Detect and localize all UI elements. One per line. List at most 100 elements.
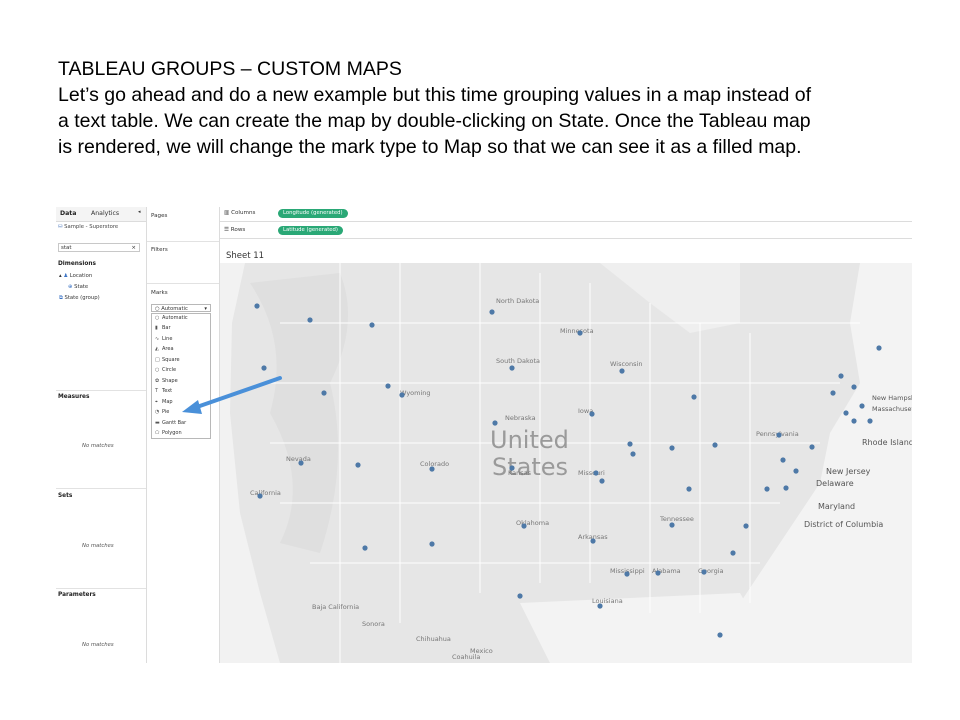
pie-icon: ◔ (155, 409, 160, 415)
map-point (627, 441, 633, 447)
map-point (712, 442, 718, 448)
map-point (593, 470, 599, 476)
search-input[interactable]: stat × (58, 243, 140, 252)
square-icon: □ (155, 356, 160, 363)
dimensions-heading: Dimensions (58, 261, 96, 267)
map-point (509, 465, 515, 471)
clear-search-icon[interactable]: × (131, 244, 136, 253)
region-label: Rhode Island (862, 438, 912, 447)
collapse-icon[interactable]: ◂ (138, 209, 141, 215)
sets-heading: Sets (58, 493, 73, 499)
rows-icon: ☰ (224, 227, 231, 233)
map-view[interactable]: United States North Dakota South Dakota … (220, 263, 912, 663)
map-point (492, 420, 498, 426)
region-label: Chihuahua (416, 635, 451, 643)
map-point (691, 394, 697, 400)
divider (56, 390, 146, 391)
map-point (780, 457, 786, 463)
map-point (851, 418, 857, 424)
parameters-no-matches: No matches (82, 642, 114, 648)
menu-item-map[interactable]: ⌖ Map (155, 399, 173, 405)
columns-shelf[interactable]: ▥ Columns Longitude (generated) (220, 207, 912, 222)
divider (56, 588, 146, 589)
map-point (257, 493, 263, 499)
search-value: stat (61, 245, 72, 251)
menu-item-text[interactable]: T Text (155, 388, 172, 394)
mark-type-dropdown[interactable]: ○ Automatic ▾ (151, 304, 211, 312)
state-label: Missouri (578, 469, 605, 477)
map-point (521, 523, 527, 529)
menu-item-area[interactable]: ◭ Area (155, 346, 174, 352)
region-label: Coahuila (452, 653, 480, 661)
menu-item-shape[interactable]: ✿ Shape (155, 378, 178, 384)
state-label: Wyoming (400, 389, 431, 397)
measures-no-matches: No matches (82, 443, 114, 449)
map-point (254, 303, 260, 309)
state-label: Nevada (286, 455, 311, 463)
state-label: Oklahoma (516, 519, 549, 527)
slide-line-2: a text table. We can create the map by d… (58, 110, 811, 132)
tab-analytics[interactable]: Analytics (91, 210, 119, 217)
columns-label: ▥ Columns (224, 210, 256, 216)
map-point (830, 390, 836, 396)
data-pane: Data Analytics ◂ ⛁ Sample - Superstore s… (56, 207, 147, 663)
dimension-state-group[interactable]: ⧉ State (group) (59, 295, 100, 302)
circle-icon: ○ (155, 367, 160, 373)
region-label: New Hampshire (872, 394, 912, 402)
rows-shelf[interactable]: ☰ Rows Latitude (generated) (220, 224, 912, 239)
dimension-location[interactable]: ▴ ♟ Location (59, 273, 92, 279)
shelves: ▥ Columns Longitude (generated) ☰ Rows L… (220, 207, 912, 243)
mark-type-value: Automatic (161, 306, 188, 312)
map-point (686, 486, 692, 492)
datasource-item[interactable]: ⛁ Sample - Superstore (58, 224, 118, 230)
map-point (261, 365, 267, 371)
map-point (599, 478, 605, 484)
map-point (783, 485, 789, 491)
menu-item-bar[interactable]: ▮ Bar (155, 325, 171, 331)
map-point (630, 451, 636, 457)
map-point (624, 571, 630, 577)
line-icon: ∿ (155, 335, 160, 342)
map-point (669, 522, 675, 528)
map-point (307, 317, 313, 323)
arrow-shaft (192, 376, 282, 410)
latitude-pill[interactable]: Latitude (generated) (278, 226, 343, 235)
longitude-pill[interactable]: Longitude (generated) (278, 209, 348, 218)
dimension-state[interactable]: ⊕ State (68, 284, 88, 290)
map-point (509, 365, 515, 371)
tableau-screenshot: Data Analytics ◂ ⛁ Sample - Superstore s… (56, 207, 912, 663)
menu-item-automatic[interactable]: ○ Automatic (155, 315, 188, 321)
cards-pane: Pages Filters Marks ○ Automatic ▾ ○ Autom… (147, 207, 220, 663)
menu-item-line[interactable]: ∿ Line (155, 336, 172, 342)
map-point (809, 444, 815, 450)
map-point (743, 523, 749, 529)
chevron-down-icon[interactable]: ▾ (204, 305, 207, 313)
map-point (399, 392, 405, 398)
map-point (369, 322, 375, 328)
region-label: Maryland (818, 502, 855, 511)
menu-item-pie[interactable]: ◔ Pie (155, 409, 169, 415)
rows-label: ☰ Rows (224, 227, 246, 233)
map-point (701, 569, 707, 575)
map-point (429, 466, 435, 472)
sets-no-matches: No matches (82, 543, 114, 549)
tab-data[interactable]: Data (60, 210, 76, 217)
parameters-heading: Parameters (58, 592, 96, 598)
slide-line-3: is rendered, we will change the mark typ… (58, 136, 802, 158)
state-label: California (250, 489, 281, 497)
map-point (859, 403, 865, 409)
state-label: Colorado (420, 460, 449, 468)
map-point (867, 418, 873, 424)
state-label: Tennessee (659, 515, 694, 523)
map-point (517, 593, 523, 599)
gantt-icon: ▬ (155, 419, 160, 426)
bar-icon: ▮ (155, 325, 158, 331)
state-label: North Dakota (496, 297, 539, 305)
map-point (355, 462, 361, 468)
menu-item-square[interactable]: □ Square (155, 357, 180, 363)
menu-item-polygon[interactable]: ⬠ Polygon (155, 430, 182, 436)
data-pane-tabs: Data Analytics ◂ (56, 207, 146, 222)
region-label: Delaware (816, 479, 854, 488)
menu-item-circle[interactable]: ○ Circle (155, 367, 176, 373)
map-point (385, 383, 391, 389)
